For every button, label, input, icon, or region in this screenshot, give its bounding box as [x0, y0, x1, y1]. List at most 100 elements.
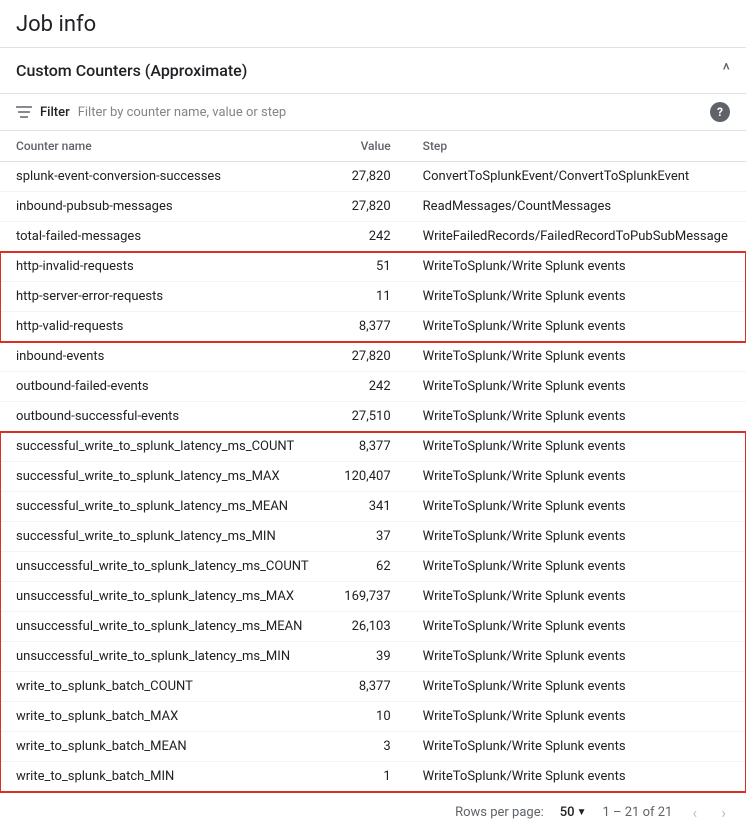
counter-value-cell: 11 [327, 282, 407, 312]
help-icon[interactable]: ? [710, 102, 730, 122]
table-row: outbound-successful-events27,510WriteToS… [0, 402, 746, 432]
col-header-step: Step [407, 131, 746, 162]
filter-icon [16, 105, 32, 119]
counter-name-cell: successful_write_to_splunk_latency_ms_MI… [0, 522, 327, 552]
page-title: Job info [0, 0, 746, 48]
counter-name-cell: unsuccessful_write_to_splunk_latency_ms_… [0, 612, 327, 642]
counter-value-cell: 242 [327, 222, 407, 252]
rows-per-page-select[interactable]: 50 ▼ [560, 805, 587, 820]
counter-step-cell: ConvertToSplunkEvent/ConvertToSplunkEven… [407, 162, 746, 192]
counter-step-cell: WriteToSplunk/Write Splunk events [407, 732, 746, 762]
counter-name-cell: write_to_splunk_batch_MEAN [0, 732, 327, 762]
table-row: splunk-event-conversion-successes27,820C… [0, 162, 746, 192]
counter-value-cell: 1 [327, 762, 407, 792]
counter-name-cell: successful_write_to_splunk_latency_ms_CO… [0, 432, 327, 462]
counter-step-cell: ReadMessages/CountMessages [407, 192, 746, 222]
counter-name-cell: write_to_splunk_batch_COUNT [0, 672, 327, 702]
table-row: inbound-events27,820WriteToSplunk/Write … [0, 342, 746, 372]
counter-value-cell: 37 [327, 522, 407, 552]
col-header-name: Counter name [0, 131, 327, 162]
page-range: 1 – 21 of 21 [602, 805, 672, 820]
counter-step-cell: WriteToSplunk/Write Splunk events [407, 552, 746, 582]
counter-name-cell: splunk-event-conversion-successes [0, 162, 327, 192]
counter-step-cell: WriteToSplunk/Write Splunk events [407, 252, 746, 282]
counter-value-cell: 26,103 [327, 612, 407, 642]
counter-value-cell: 27,820 [327, 162, 407, 192]
section-title: Custom Counters (Approximate) [16, 61, 247, 80]
counter-step-cell: WriteToSplunk/Write Splunk events [407, 402, 746, 432]
counter-value-cell: 8,377 [327, 672, 407, 702]
counter-value-cell: 62 [327, 552, 407, 582]
counter-step-cell: WriteToSplunk/Write Splunk events [407, 672, 746, 702]
counter-name-cell: unsuccessful_write_to_splunk_latency_ms_… [0, 582, 327, 612]
counter-name-cell: unsuccessful_write_to_splunk_latency_ms_… [0, 642, 327, 672]
counter-value-cell: 8,377 [327, 432, 407, 462]
counter-step-cell: WriteToSplunk/Write Splunk events [407, 282, 746, 312]
counter-name-cell: successful_write_to_splunk_latency_ms_ME… [0, 492, 327, 522]
table-row: successful_write_to_splunk_latency_ms_MI… [0, 522, 746, 552]
table-row: outbound-failed-events242WriteToSplunk/W… [0, 372, 746, 402]
counter-value-cell: 51 [327, 252, 407, 282]
counters-table: Counter name Value Step splunk-event-con… [0, 131, 746, 792]
filter-placeholder[interactable]: Filter by counter name, value or step [78, 105, 702, 120]
prev-page-button[interactable]: ‹ [688, 801, 701, 824]
filter-bar: Filter Filter by counter name, value or … [0, 94, 746, 131]
table-row: http-invalid-requests51WriteToSplunk/Wri… [0, 252, 746, 282]
table-row: http-server-error-requests11WriteToSplun… [0, 282, 746, 312]
counter-name-cell: write_to_splunk_batch_MAX [0, 702, 327, 732]
counter-value-cell: 39 [327, 642, 407, 672]
collapse-button[interactable]: ^ [722, 60, 730, 81]
counter-value-cell: 27,820 [327, 192, 407, 222]
next-page-button[interactable]: › [717, 801, 730, 824]
table-row: successful_write_to_splunk_latency_ms_CO… [0, 432, 746, 462]
counter-value-cell: 120,407 [327, 462, 407, 492]
counter-step-cell: WriteToSplunk/Write Splunk events [407, 642, 746, 672]
counter-name-cell: http-server-error-requests [0, 282, 327, 312]
counter-name-cell: http-invalid-requests [0, 252, 327, 282]
counter-name-cell: write_to_splunk_batch_MIN [0, 762, 327, 792]
table-row: write_to_splunk_batch_MIN1WriteToSplunk/… [0, 762, 746, 792]
table-header-row: Counter name Value Step [0, 131, 746, 162]
counter-step-cell: WriteToSplunk/Write Splunk events [407, 612, 746, 642]
table-row: successful_write_to_splunk_latency_ms_ME… [0, 492, 746, 522]
table-row: write_to_splunk_batch_COUNT8,377WriteToS… [0, 672, 746, 702]
table-row: total-failed-messages242WriteFailedRecor… [0, 222, 746, 252]
counter-value-cell: 27,510 [327, 402, 407, 432]
rows-per-page-value: 50 [560, 805, 575, 820]
counter-name-cell: inbound-events [0, 342, 327, 372]
table-footer: Rows per page: 50 ▼ 1 – 21 of 21 ‹ › [0, 792, 746, 832]
counter-step-cell: WriteToSplunk/Write Splunk events [407, 462, 746, 492]
col-header-value: Value [327, 131, 407, 162]
counter-value-cell: 341 [327, 492, 407, 522]
counter-name-cell: outbound-successful-events [0, 402, 327, 432]
table-row: http-valid-requests8,377WriteToSplunk/Wr… [0, 312, 746, 342]
counter-name-cell: inbound-pubsub-messages [0, 192, 327, 222]
counter-value-cell: 10 [327, 702, 407, 732]
counter-name-cell: successful_write_to_splunk_latency_ms_MA… [0, 462, 327, 492]
counter-name-cell: outbound-failed-events [0, 372, 327, 402]
counter-value-cell: 242 [327, 372, 407, 402]
rows-per-page-label: Rows per page: [455, 805, 544, 820]
table-row: unsuccessful_write_to_splunk_latency_ms_… [0, 552, 746, 582]
table-row: write_to_splunk_batch_MEAN3WriteToSplunk… [0, 732, 746, 762]
counter-name-cell: http-valid-requests [0, 312, 327, 342]
counter-value-cell: 27,820 [327, 342, 407, 372]
table-row: unsuccessful_write_to_splunk_latency_ms_… [0, 612, 746, 642]
counter-value-cell: 169,737 [327, 582, 407, 612]
table-row: successful_write_to_splunk_latency_ms_MA… [0, 462, 746, 492]
counter-value-cell: 3 [327, 732, 407, 762]
table-row: unsuccessful_write_to_splunk_latency_ms_… [0, 582, 746, 612]
counter-step-cell: WriteToSplunk/Write Splunk events [407, 522, 746, 552]
counter-step-cell: WriteToSplunk/Write Splunk events [407, 372, 746, 402]
counter-value-cell: 8,377 [327, 312, 407, 342]
counter-step-cell: WriteToSplunk/Write Splunk events [407, 702, 746, 732]
counter-step-cell: WriteToSplunk/Write Splunk events [407, 582, 746, 612]
table-row: write_to_splunk_batch_MAX10WriteToSplunk… [0, 702, 746, 732]
table-container: Counter name Value Step splunk-event-con… [0, 131, 746, 792]
filter-label: Filter [40, 105, 70, 120]
counter-step-cell: WriteToSplunk/Write Splunk events [407, 762, 746, 792]
table-body: splunk-event-conversion-successes27,820C… [0, 162, 746, 792]
counter-name-cell: total-failed-messages [0, 222, 327, 252]
counter-step-cell: WriteToSplunk/Write Splunk events [407, 312, 746, 342]
counter-step-cell: WriteToSplunk/Write Splunk events [407, 492, 746, 522]
